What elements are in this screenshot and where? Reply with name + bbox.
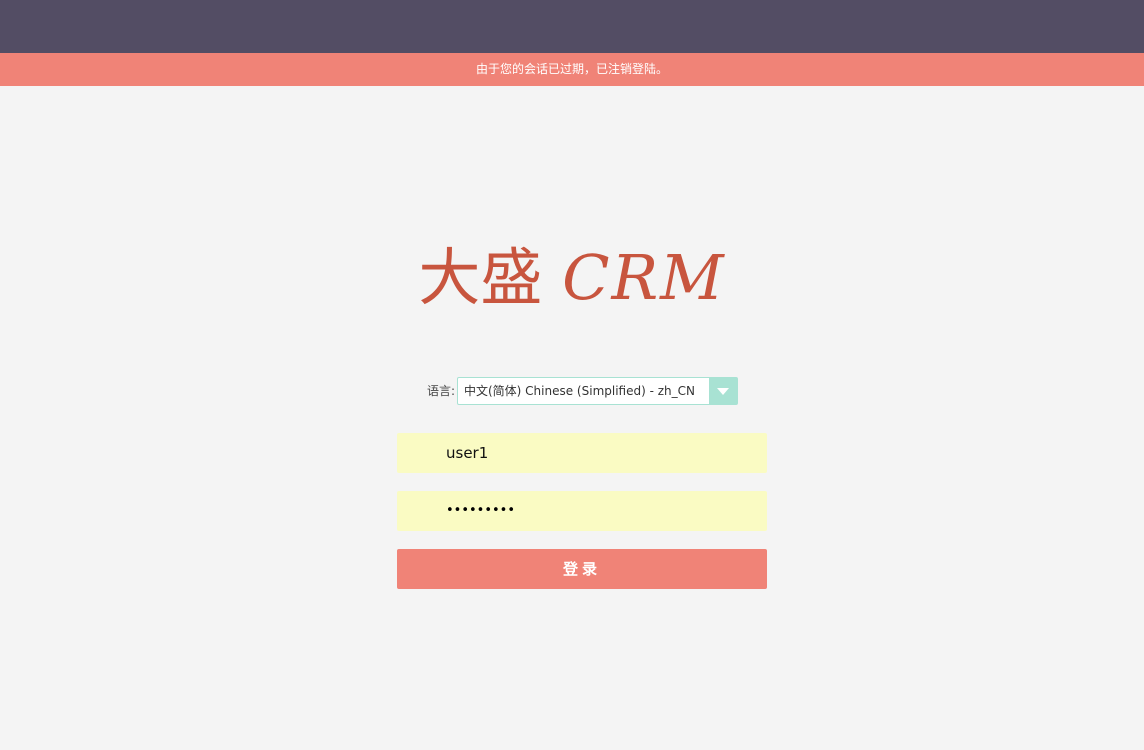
- login-button[interactable]: 登录: [397, 549, 767, 589]
- password-field[interactable]: •••••••••: [446, 491, 515, 531]
- language-label: 语言:: [426, 384, 455, 398]
- app-logo: 大盛 CRM: [0, 236, 1144, 320]
- logo-cjk-text: 大盛: [418, 241, 543, 314]
- language-selected-value: 中文(简体) Chinese (Simplified) - zh_CN: [464, 384, 696, 398]
- language-select[interactable]: 中文(简体) Chinese (Simplified) - zh_CN: [457, 377, 738, 405]
- password-field-container[interactable]: •••••••••: [397, 491, 767, 531]
- username-field[interactable]: [397, 433, 767, 473]
- top-bar: [0, 0, 1144, 53]
- alert-message: 由于您的会话已过期，已注销登陆。: [475, 62, 668, 76]
- logo-latin-text: CRM: [562, 241, 726, 314]
- chevron-down-icon[interactable]: [709, 378, 737, 404]
- language-row: 语言: 中文(简体) Chinese (Simplified) - zh_CN: [0, 377, 1144, 405]
- session-expired-alert: 由于您的会话已过期，已注销登陆。: [0, 53, 1144, 86]
- username-field-container: [397, 433, 767, 473]
